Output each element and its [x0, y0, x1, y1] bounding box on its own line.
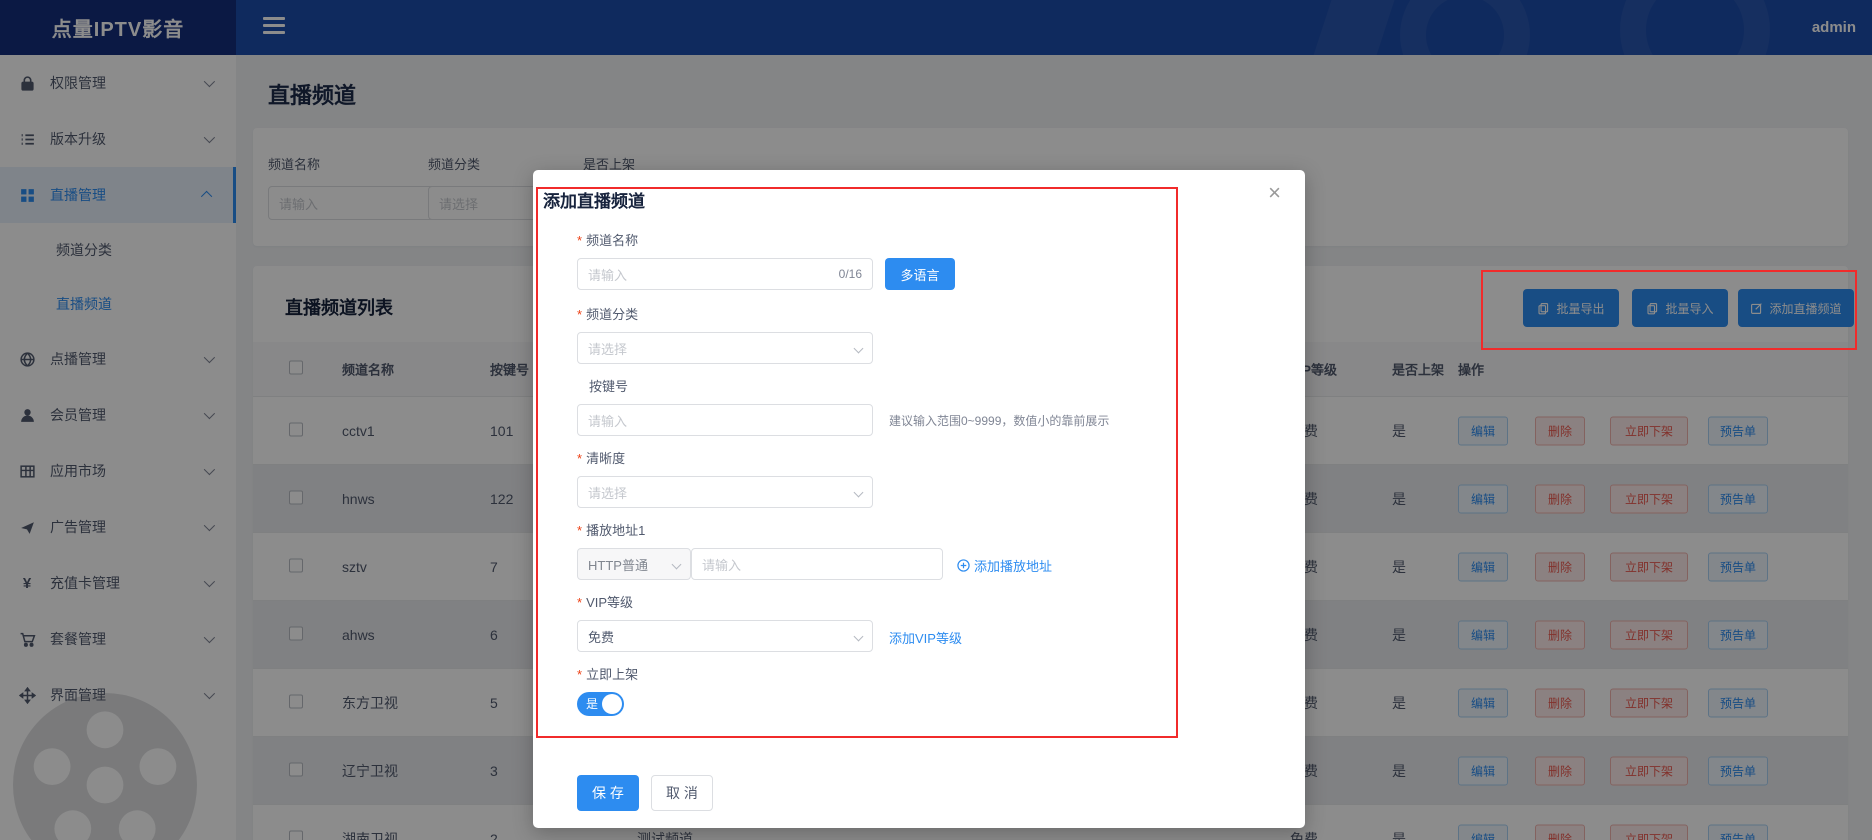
category-select[interactable]: 请选择 [577, 332, 873, 364]
chevron-down-icon [853, 343, 864, 354]
add-vip-link[interactable]: 添加VIP等级 [889, 628, 962, 647]
category-label: * 频道分类 [577, 307, 639, 322]
key-label: 按键号 [589, 379, 629, 394]
clarity-select[interactable]: 请选择 [577, 476, 873, 508]
clarity-label: * 清晰度 [577, 451, 626, 466]
chevron-down-icon [671, 559, 682, 570]
close-icon[interactable]: × [1268, 182, 1281, 204]
key-hint: 建议输入范围0~9999，数值小的靠前展示 [889, 414, 1110, 428]
app-root: 点量IPTV影音 admin 权限管理 版本升级 直播管理 频道分类 直播频道 点播管理会… [0, 0, 1872, 840]
key-number-input[interactable]: 请输入 [577, 404, 873, 436]
vip-select[interactable]: 免费 [577, 620, 873, 652]
add-channel-modal: 添加直播频道 × * 频道名称 请输入 0/16 多语言 * 频道分类 请选择 按键… [533, 170, 1305, 828]
chevron-down-icon [853, 631, 864, 642]
online-label: * 立即上架 [577, 667, 639, 682]
multilang-button[interactable]: 多语言 [885, 258, 955, 290]
address-input[interactable]: 请输入 [691, 548, 943, 580]
address-label: * 播放地址1 [577, 523, 646, 538]
protocol-select[interactable]: HTTP普通 [577, 548, 691, 580]
modal-title: 添加直播频道 [543, 192, 645, 211]
chevron-down-icon [853, 487, 864, 498]
add-address-link[interactable]: 添加播放地址 [957, 556, 1052, 575]
vip-label: * VIP等级 [577, 595, 634, 610]
online-toggle[interactable]: 是 [577, 692, 624, 716]
save-button[interactable]: 保 存 [577, 775, 639, 811]
cancel-button[interactable]: 取 消 [651, 775, 713, 811]
toggle-knob [602, 694, 622, 714]
name-label: * 频道名称 [577, 233, 639, 248]
plus-circle-icon [957, 559, 970, 572]
channel-name-input[interactable]: 请输入 0/16 [577, 258, 873, 290]
char-counter: 0/16 [838, 267, 862, 281]
